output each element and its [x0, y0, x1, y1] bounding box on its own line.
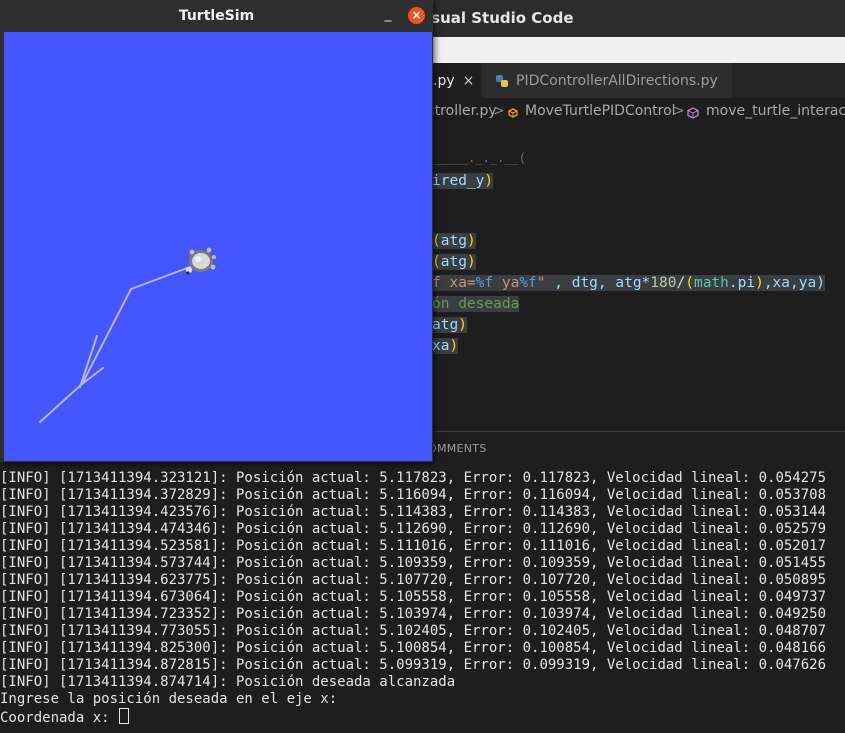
- class-icon: [508, 108, 518, 118]
- terminal-cursor: [119, 708, 130, 724]
- tab-label: .py: [433, 72, 455, 89]
- code-token: f xa=: [432, 275, 476, 291]
- code-token: xa: [432, 338, 450, 354]
- tab-comments[interactable]: OMMENTS: [428, 442, 487, 455]
- code-line: f xa=%f ya%f" , dtg, atg*180/(math.pi),x…: [432, 275, 825, 291]
- code-token: 180: [650, 275, 677, 291]
- tab-active-file[interactable]: .py ×: [426, 63, 480, 98]
- code-token: %f: [519, 275, 537, 291]
- code-line: (atg): [432, 233, 476, 249]
- code-comment: ón deseada: [432, 296, 520, 312]
- code-token: ): [458, 317, 467, 333]
- tab-pidcontroller-all-directions[interactable]: PIDControllerAllDirections.py: [481, 63, 732, 98]
- chevron-right-icon: >: [673, 103, 685, 119]
- turtle-icon: [185, 247, 216, 275]
- code-token: atg: [440, 233, 467, 249]
- trail-segment: [39, 383, 83, 423]
- code-token: atg: [440, 254, 467, 270]
- code-line: ón deseada: [432, 296, 520, 312]
- code-token: atg: [432, 317, 459, 333]
- code-token: math: [693, 275, 729, 291]
- trail-segment: [130, 266, 191, 290]
- tab-label: PIDControllerAllDirections.py: [516, 72, 718, 89]
- chevron-right-icon: >: [493, 103, 505, 119]
- code-token: ired_y: [432, 173, 485, 189]
- terminal-line: [INFO] [1713411394.872815]: Posición act…: [0, 657, 827, 673]
- code-token: ): [484, 173, 494, 189]
- code-token: ): [755, 275, 764, 291]
- code-token: ,xa,ya): [763, 275, 825, 291]
- code-line: xa): [432, 338, 459, 354]
- terminal-line: [INFO] [1713411394.323121]: Posición act…: [0, 470, 827, 486]
- terminal-line: [INFO] [1713411394.773055]: Posición act…: [0, 623, 827, 639]
- terminal-line: [INFO] [1713411394.423576]: Posición act…: [0, 504, 827, 520]
- code-line: _____._._.__(: [432, 151, 526, 165]
- terminal-line: [INFO] [1713411394.623775]: Posición act…: [0, 572, 827, 588]
- terminal-line: [INFO] [1713411394.372829]: Posición act…: [0, 487, 827, 503]
- code-token: ): [466, 233, 476, 249]
- code-token: ": [536, 275, 546, 291]
- code-token: %f: [475, 275, 494, 291]
- terminal-line: [INFO] [1713411394.523581]: Posición act…: [0, 538, 827, 554]
- code-line: (atg): [432, 254, 476, 270]
- terminal-line: [INFO] [1713411394.723352]: Posición act…: [0, 606, 827, 622]
- code-token: , dtg, atg*: [545, 275, 651, 291]
- turtle-canvas: [4, 32, 432, 461]
- turtlesim-window: TurtleSim _ ×: [0, 0, 433, 462]
- python-file-icon: [496, 74, 508, 87]
- close-icon[interactable]: ×: [463, 73, 475, 89]
- code-line: atg): [432, 317, 467, 333]
- turtlesim-titlebar[interactable]: TurtleSim _ ×: [0, 0, 433, 32]
- breadcrumb-method[interactable]: move_turtle_interactiv: [706, 103, 845, 119]
- trail-segment: [81, 288, 132, 385]
- close-button[interactable]: ×: [408, 7, 425, 24]
- breadcrumb-file[interactable]: ctroller.py: [427, 103, 497, 119]
- code-token: (: [432, 254, 441, 270]
- terminal-line: [INFO] [1713411394.825300]: Posición act…: [0, 640, 827, 656]
- minimize-button[interactable]: _: [380, 6, 396, 24]
- window-title: TurtleSim: [178, 8, 255, 24]
- terminal-prompt-line[interactable]: Coordenada x:: [0, 708, 130, 727]
- code-token: .: [728, 275, 738, 291]
- terminal-line: [INFO] [1713411394.474346]: Posición act…: [0, 521, 827, 537]
- code-token: /: [676, 275, 686, 291]
- code-token: (: [432, 233, 441, 249]
- code-token: ya: [493, 275, 520, 291]
- code-token: ): [466, 254, 476, 270]
- code-token: ): [449, 338, 459, 354]
- code-line: ired_y): [432, 173, 494, 189]
- code-token: pi: [737, 275, 756, 291]
- breadcrumb-class[interactable]: MoveTurtlePIDControl: [525, 103, 676, 119]
- terminal[interactable]: [INFO] [1713411394.323121]: Posición act…: [0, 463, 845, 733]
- terminal-line: [INFO] [1713411394.673064]: Posición act…: [0, 589, 827, 605]
- method-icon: [687, 107, 699, 119]
- terminal-line: [INFO] [1713411394.573744]: Posición act…: [0, 555, 827, 571]
- terminal-prompt: Coordenada x:: [0, 710, 119, 726]
- terminal-line: [INFO] [1713411394.874714]: Posición des…: [0, 674, 456, 690]
- vscode-title: isual Studio Code: [426, 9, 574, 27]
- code-token: (: [685, 275, 694, 291]
- terminal-line: Ingrese la posición deseada en el eje x:: [0, 691, 338, 707]
- turtle-trail: [39, 266, 191, 423]
